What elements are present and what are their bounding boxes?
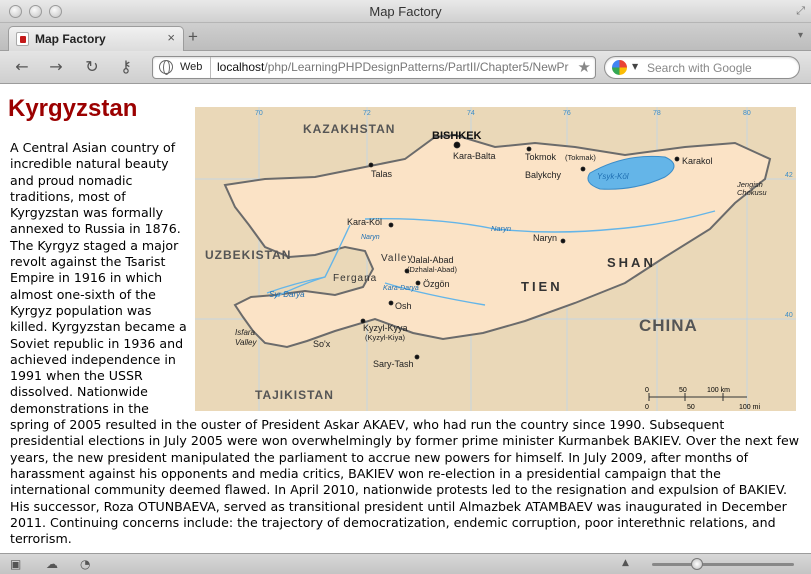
tab-label: Map Factory — [35, 32, 106, 46]
tab-close-icon[interactable]: × — [167, 30, 175, 45]
fullscreen-icon[interactable]: ⤢ — [796, 4, 805, 18]
url-path: /php/LearningPHPDesignPatterns/PartII/Ch… — [264, 60, 569, 74]
url-text[interactable]: localhost/php/LearningPHPDesignPatterns/… — [217, 60, 569, 74]
lon-label: 74 — [467, 110, 475, 117]
cloud-icon[interactable]: ☁ — [46, 557, 58, 571]
new-tab-button[interactable]: + — [188, 27, 198, 47]
globe-icon — [159, 60, 173, 75]
search-box[interactable]: ▼ Search with Google — [604, 56, 800, 79]
key-icon[interactable]: ⚷ — [114, 57, 138, 77]
lon-label: 70 — [255, 110, 263, 117]
status-bar: ▣ ☁ ◔ ▲ — [0, 553, 811, 574]
search-placeholder: Search with Google — [647, 61, 752, 75]
navigation-bar: ← → ↻ ⚷ Web localhost/php/LearningPHPDes… — [0, 51, 811, 84]
lon-label: 80 — [743, 110, 751, 117]
bookmark-star-icon[interactable]: ★ — [578, 58, 591, 76]
tab-bar: Map Factory × + ▾ — [0, 23, 811, 51]
page-title: Kyrgyzstan — [8, 95, 138, 122]
tab-list-icon[interactable]: ▾ — [798, 30, 803, 41]
lon-label: 78 — [653, 110, 661, 117]
reload-button[interactable]: ↻ — [80, 57, 104, 77]
zoom-out-icon[interactable]: ▲ — [622, 558, 629, 568]
title-bar: Map Factory ⤢ — [0, 0, 811, 23]
site-identity-label[interactable]: Web — [180, 61, 202, 73]
url-bar[interactable]: Web localhost/php/LearningPHPDesignPatte… — [152, 56, 596, 79]
back-button[interactable]: ← — [10, 57, 34, 77]
google-icon[interactable] — [612, 60, 627, 75]
map-spacer — [189, 140, 800, 410]
url-host: localhost — [217, 60, 265, 74]
favicon-icon — [16, 32, 29, 46]
page-content: Kyrgyzstan KAZAKHSTAN UZBEKISTAN TAJIKIS… — [0, 85, 811, 553]
lon-label: 72 — [363, 110, 371, 117]
zoom-slider[interactable] — [652, 558, 794, 570]
console-icon[interactable]: ▣ — [10, 557, 21, 571]
country-description: A Central Asian country of incredible na… — [10, 140, 800, 547]
lon-label: 76 — [563, 110, 571, 117]
url-separator — [210, 57, 211, 78]
zoom-slider-knob[interactable] — [691, 558, 703, 570]
speed-gauge-icon[interactable]: ◔ — [80, 557, 90, 571]
window-title: Map Factory — [369, 4, 442, 19]
tab-map-factory[interactable]: Map Factory × — [8, 26, 184, 51]
search-engine-dropdown-icon[interactable]: ▼ — [632, 62, 638, 71]
map-label-kazakhstan: KAZAKHSTAN — [303, 122, 395, 136]
forward-button[interactable]: → — [44, 57, 68, 77]
browser-window: Map Factory ⤢ Map Factory × + ▾ ← → ↻ ⚷ … — [0, 0, 811, 574]
